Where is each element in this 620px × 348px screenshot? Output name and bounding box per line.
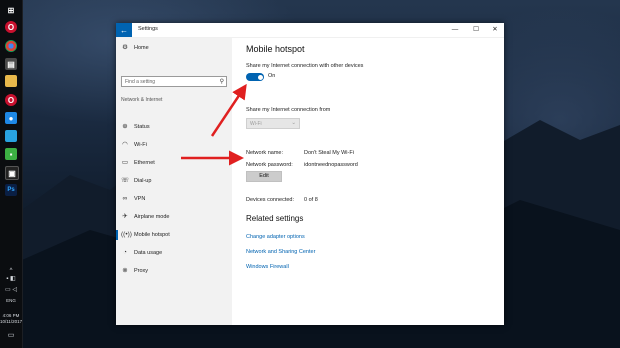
back-arrow-icon[interactable]: ← [116,23,132,37]
network-name-value: Don't Steal My Wi-Fi [304,150,354,156]
toggle-knob [257,74,263,80]
clock-date[interactable]: 10/11/2017 [0,319,22,325]
sidebar-item-vpn[interactable]: ∞ VPN [116,192,232,206]
status-icon: ⊕ [122,123,128,130]
sidebar-item-label: Status [134,124,150,130]
related-settings-title: Related settings [246,214,304,223]
sidebar-item-label: Wi-Fi [134,142,147,148]
notification-icon[interactable]: ▭ [0,332,22,339]
edit-button[interactable]: Edit [246,171,282,182]
opera-icon-2[interactable]: O [5,94,17,106]
sidebar-item-label: Home [134,45,149,51]
tray-icons-2[interactable]: ▭ ◁ [0,287,22,293]
app-icon-blue[interactable]: ● [5,112,17,124]
sidebar-item-label: Dial-up [134,178,152,184]
network-password-label: Network password: [246,162,293,168]
opera-icon[interactable]: O [5,21,17,33]
camera-app-icon[interactable]: ▣ [5,166,19,180]
app-icon-green[interactable]: ▪ [5,148,17,160]
section-header: Network & Internet [121,97,163,103]
sidebar-item-label: Mobile hotspot [134,232,170,238]
start-button[interactable]: ⊞ [5,4,17,16]
sidebar-item-airplane-mode[interactable]: ✈ Airplane mode [116,210,232,224]
language-indicator[interactable]: ENG [0,298,22,304]
network-name-label: Network name: [246,150,283,156]
share-label: Share my Internet connection with other … [246,63,364,69]
network-sharing-center-link[interactable]: Network and Sharing Center [246,249,315,255]
sidebar-item-status[interactable]: ⊕ Status [116,120,232,134]
proxy-icon: ⊗ [122,267,128,274]
sidebar-item-label: Data usage [134,250,163,256]
minimize-button[interactable]: — [448,24,462,36]
chrome-icon[interactable] [5,40,17,52]
data-usage-icon: ◔ [123,249,127,256]
devices-connected-value: 0 of 8 [304,197,318,203]
page-title: Mobile hotspot [246,44,305,54]
maximize-button[interactable]: ☐ [469,24,483,36]
main-content: Mobile hotspot Share my Internet connect… [232,38,504,325]
sidebar-item-label: Ethernet [134,160,155,166]
search-icon: ⚲ [219,79,224,85]
wifi-icon: ◠ [122,141,128,148]
sidebar-item-label: VPN [134,196,146,202]
devices-connected-label: Devices connected: [246,197,294,203]
close-button[interactable]: ✕ [488,24,502,36]
settings-window: ← Settings — ☐ ✕ ⚙ Home Find a setting ⚲… [116,23,504,325]
search-placeholder: Find a setting [125,79,156,85]
sidebar-item-home[interactable]: ⚙ Home [116,41,232,55]
chevron-down-icon: ⌄ [291,120,296,126]
sidebar: ⚙ Home Find a setting ⚲ Network & Intern… [116,38,232,325]
network-password-value: idontneednopassword [304,162,358,168]
file-explorer-icon[interactable] [5,75,17,87]
hotspot-toggle[interactable] [246,73,264,81]
sidebar-item-label: Airplane mode [134,214,170,220]
share-from-label: Share my Internet connection from [246,107,331,113]
window-title: Settings [138,26,158,32]
hotspot-icon: ((•)) [121,231,132,238]
sidebar-item-label: Proxy [134,268,149,274]
active-indicator [116,230,118,240]
airplane-icon: ✈ [122,213,128,220]
sidebar-item-wifi[interactable]: ◠ Wi-Fi [116,138,232,152]
share-from-dropdown[interactable]: Wi-Fi ⌄ [246,118,300,129]
taskbar: ⊞ O ▤ O ● ▪ ▣ Ps ^ ▪ ◧ ▭ ◁ ENG 4:06 PM 1… [0,0,23,348]
photoshop-icon[interactable]: Ps [5,184,17,196]
tray-icons[interactable]: ▪ ◧ [0,276,22,282]
change-adapter-options-link[interactable]: Change adapter options [246,234,305,240]
title-bar: ← Settings — ☐ ✕ [116,23,504,38]
store-icon[interactable]: ▤ [5,58,17,70]
vpn-icon: ∞ [122,195,128,202]
sidebar-item-data-usage[interactable]: ◔ Data usage [116,246,232,260]
gear-icon: ⚙ [122,44,128,51]
dialup-icon: ☏ [121,177,130,184]
windows-firewall-link[interactable]: Windows Firewall [246,264,289,270]
dropdown-value: Wi-Fi [250,121,262,127]
sidebar-item-proxy[interactable]: ⊗ Proxy [116,264,232,278]
sidebar-item-ethernet[interactable]: ▭ Ethernet [116,156,232,170]
toggle-state-label: On [268,73,276,79]
sidebar-item-dialup[interactable]: ☏ Dial-up [116,174,232,188]
app-icon-blue-2[interactable] [5,130,17,142]
sidebar-item-mobile-hotspot[interactable]: ((•)) Mobile hotspot [116,228,232,242]
tray-chevron-icon[interactable]: ^ [0,268,22,274]
ethernet-icon: ▭ [121,159,129,166]
search-input[interactable]: Find a setting ⚲ [121,76,227,87]
